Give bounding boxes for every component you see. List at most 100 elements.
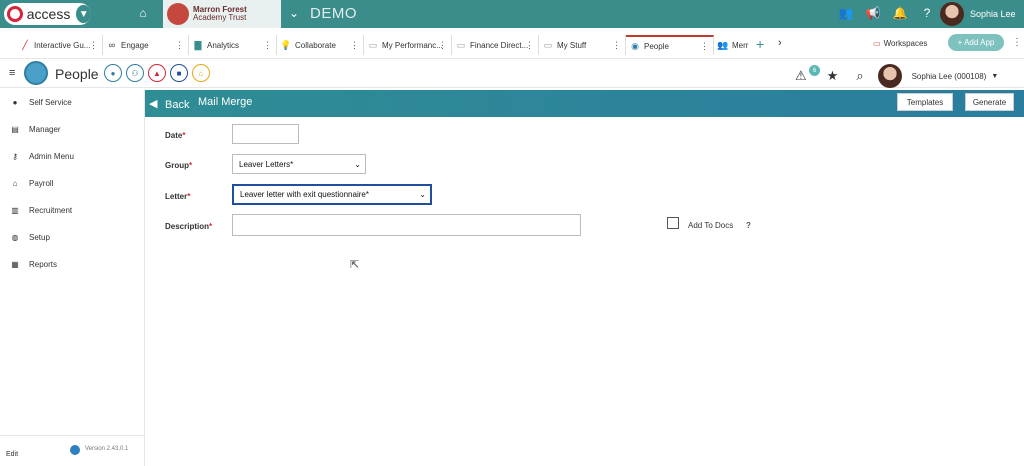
tab-menu-icon[interactable]: ⋮ bbox=[438, 40, 447, 51]
tab-menu-icon[interactable]: ⋮ bbox=[175, 40, 184, 51]
user-menu[interactable]: Sophia Lee bbox=[940, 0, 1016, 28]
org-chevron-icon[interactable]: ⌄ bbox=[289, 6, 299, 20]
person-icon[interactable]: ● bbox=[104, 64, 122, 82]
globe-icon: ◍ bbox=[11, 233, 19, 242]
page-banner: ◀ Back Mail Merge Templates Generate bbox=[145, 90, 1024, 117]
menu-icon[interactable]: ≡ bbox=[9, 67, 15, 79]
letter-select[interactable]: Leaver letter with exit questionnaire* ⌄ bbox=[232, 184, 432, 205]
generate-button[interactable]: Generate bbox=[965, 93, 1014, 111]
sidebar: ● Self Service ▤ Manager ⚷ Admin Menu ⌂ … bbox=[0, 89, 145, 466]
group-select[interactable]: Leaver Letters* ⌄ bbox=[232, 154, 366, 174]
date-label: Date* bbox=[165, 131, 186, 140]
people-icon: ◉ bbox=[631, 40, 639, 51]
avatar bbox=[940, 2, 964, 26]
workspaces-button[interactable]: ▭ Workspaces bbox=[873, 35, 927, 51]
bar-chart-icon: ▇ bbox=[194, 39, 202, 50]
folder-icon: ▭ bbox=[456, 39, 466, 50]
tab-people[interactable]: ◉ People ⋮ bbox=[626, 35, 714, 55]
report-icon: ▦ bbox=[11, 260, 19, 269]
warning-icon[interactable]: ⚠ 6 bbox=[795, 65, 820, 84]
tab-menu-icon[interactable]: ⋮ bbox=[89, 40, 98, 51]
person-icon: ● bbox=[12, 98, 18, 107]
environment-label: DEMO bbox=[310, 5, 357, 22]
folder-icon: ▭ bbox=[543, 39, 553, 50]
tab-menu-icon[interactable]: ⋮ bbox=[350, 40, 359, 51]
people-icon[interactable]: 👥 bbox=[839, 6, 854, 20]
tab-menu-icon[interactable]: ⋮ bbox=[525, 40, 534, 51]
tab-finance-director[interactable]: ▭ Finance Direct... ⋮ bbox=[452, 35, 539, 55]
add-to-docs-label: Add To Docs bbox=[688, 221, 734, 230]
add-app-button[interactable]: + Add App bbox=[948, 34, 1004, 51]
sidebar-item-setup[interactable]: ◍ Setup bbox=[0, 224, 144, 251]
bell-icon[interactable]: 🔔 bbox=[893, 6, 908, 20]
app-tab-bar: ╱ Interactive Gu... ⋮ ∞ Engage ⋮ ▇ Analy… bbox=[0, 34, 1024, 56]
megaphone-icon[interactable]: 📢 bbox=[866, 6, 881, 20]
page-title: Mail Merge bbox=[198, 96, 253, 108]
add-to-docs-checkbox[interactable] bbox=[667, 217, 679, 229]
sidebar-item-payroll[interactable]: ⌂ Payroll bbox=[0, 170, 144, 197]
date-field[interactable] bbox=[232, 124, 299, 144]
user-label[interactable]: Sophia Lee (000108) bbox=[912, 72, 987, 81]
tab-my-stuff[interactable]: ▭ My Stuff ⋮ bbox=[539, 35, 626, 55]
bulb-icon: 💡 bbox=[280, 39, 292, 50]
chevron-down-icon[interactable]: ▼ bbox=[991, 73, 998, 80]
tab-collaborate[interactable]: 💡 Collaborate ⋮ bbox=[277, 35, 364, 55]
top-bar: access ▼ ⌂ Marron Forest Academy Trust ⌄… bbox=[0, 0, 1024, 28]
chevron-down-icon: ⌄ bbox=[419, 190, 426, 199]
home-icon[interactable]: ⌂ bbox=[136, 6, 150, 20]
help-icon[interactable]: ? bbox=[746, 221, 751, 230]
infinity-icon: ∞ bbox=[108, 40, 116, 50]
add-tab-icon[interactable]: + bbox=[756, 36, 764, 52]
user-name: Sophia Lee bbox=[970, 9, 1016, 19]
tab-merge[interactable]: 👥 Merr bbox=[714, 35, 750, 55]
more-vertical-icon[interactable]: ⋮ bbox=[1012, 37, 1022, 48]
arrow-left-icon[interactable]: ◀ bbox=[149, 97, 157, 110]
module-header: ≡ People ● ⚇ ▲ ■ ⌂ ⚠ 6 ★ ⌕ Sophia Lee (0… bbox=[0, 58, 1024, 88]
letter-label: Letter* bbox=[165, 192, 191, 201]
thumbs-up-icon[interactable]: ▲ bbox=[148, 64, 166, 82]
chevron-down-icon[interactable]: ▼ bbox=[76, 5, 91, 23]
people-module-icon bbox=[24, 61, 48, 85]
team-icon[interactable]: ⚇ bbox=[126, 64, 144, 82]
briefcase-icon[interactable]: ■ bbox=[170, 64, 188, 82]
folder-icon: ▭ bbox=[368, 39, 378, 50]
tab-menu-icon[interactable]: ⋮ bbox=[700, 41, 709, 52]
version-label: Version 2.43.0.1 bbox=[85, 446, 129, 452]
organisation-selector[interactable]: Marron Forest Academy Trust bbox=[163, 0, 281, 28]
sidebar-item-recruitment[interactable]: ▥ Recruitment bbox=[0, 197, 144, 224]
sidebar-item-manager[interactable]: ▤ Manager bbox=[0, 116, 144, 143]
tab-interactive-guide[interactable]: ╱ Interactive Gu... ⋮ bbox=[0, 35, 103, 55]
tab-menu-icon[interactable]: ⋮ bbox=[263, 40, 272, 51]
house-icon: ⌂ bbox=[12, 179, 18, 188]
organisation-logo-icon bbox=[167, 3, 189, 25]
description-field[interactable] bbox=[232, 214, 581, 236]
tab-analytics[interactable]: ▇ Analytics ⋮ bbox=[189, 35, 277, 55]
chevron-down-icon: ⌄ bbox=[354, 159, 361, 169]
star-icon[interactable]: ★ bbox=[827, 68, 839, 84]
description-label: Description* bbox=[165, 222, 213, 231]
avatar[interactable] bbox=[877, 64, 902, 88]
mouse-cursor-icon: ⇱ bbox=[350, 259, 360, 271]
templates-button[interactable]: Templates bbox=[897, 93, 953, 111]
app-name: access bbox=[26, 6, 71, 22]
people-icon: 👥 bbox=[717, 39, 729, 50]
search-icon[interactable]: ⌕ bbox=[856, 68, 863, 84]
edit-link[interactable]: Edit bbox=[6, 451, 18, 458]
house-icon[interactable]: ⌂ bbox=[192, 64, 210, 82]
sidebar-item-admin-menu[interactable]: ⚷ Admin Menu bbox=[0, 143, 144, 170]
folder-icon: ▭ bbox=[873, 38, 881, 48]
tab-menu-icon[interactable]: ⋮ bbox=[612, 40, 621, 51]
group-label: Group* bbox=[165, 161, 193, 170]
sidebar-item-self-service[interactable]: ● Self Service bbox=[0, 89, 144, 116]
chevron-right-icon[interactable]: › bbox=[778, 37, 782, 49]
module-title: People bbox=[55, 66, 99, 82]
sidebar-item-reports[interactable]: ▦ Reports bbox=[0, 251, 144, 278]
tab-my-performance[interactable]: ▭ My Performanc... ⋮ bbox=[364, 35, 452, 55]
version-status-icon bbox=[70, 445, 80, 455]
sidebar-footer: Edit Version 2.43.0.1 bbox=[0, 435, 145, 466]
help-icon[interactable]: ? bbox=[920, 6, 934, 20]
app-switcher[interactable]: access ▼ bbox=[4, 3, 91, 25]
access-logo-icon bbox=[7, 6, 23, 22]
back-link[interactable]: Back bbox=[165, 99, 189, 111]
tab-engage[interactable]: ∞ Engage ⋮ bbox=[103, 35, 189, 55]
